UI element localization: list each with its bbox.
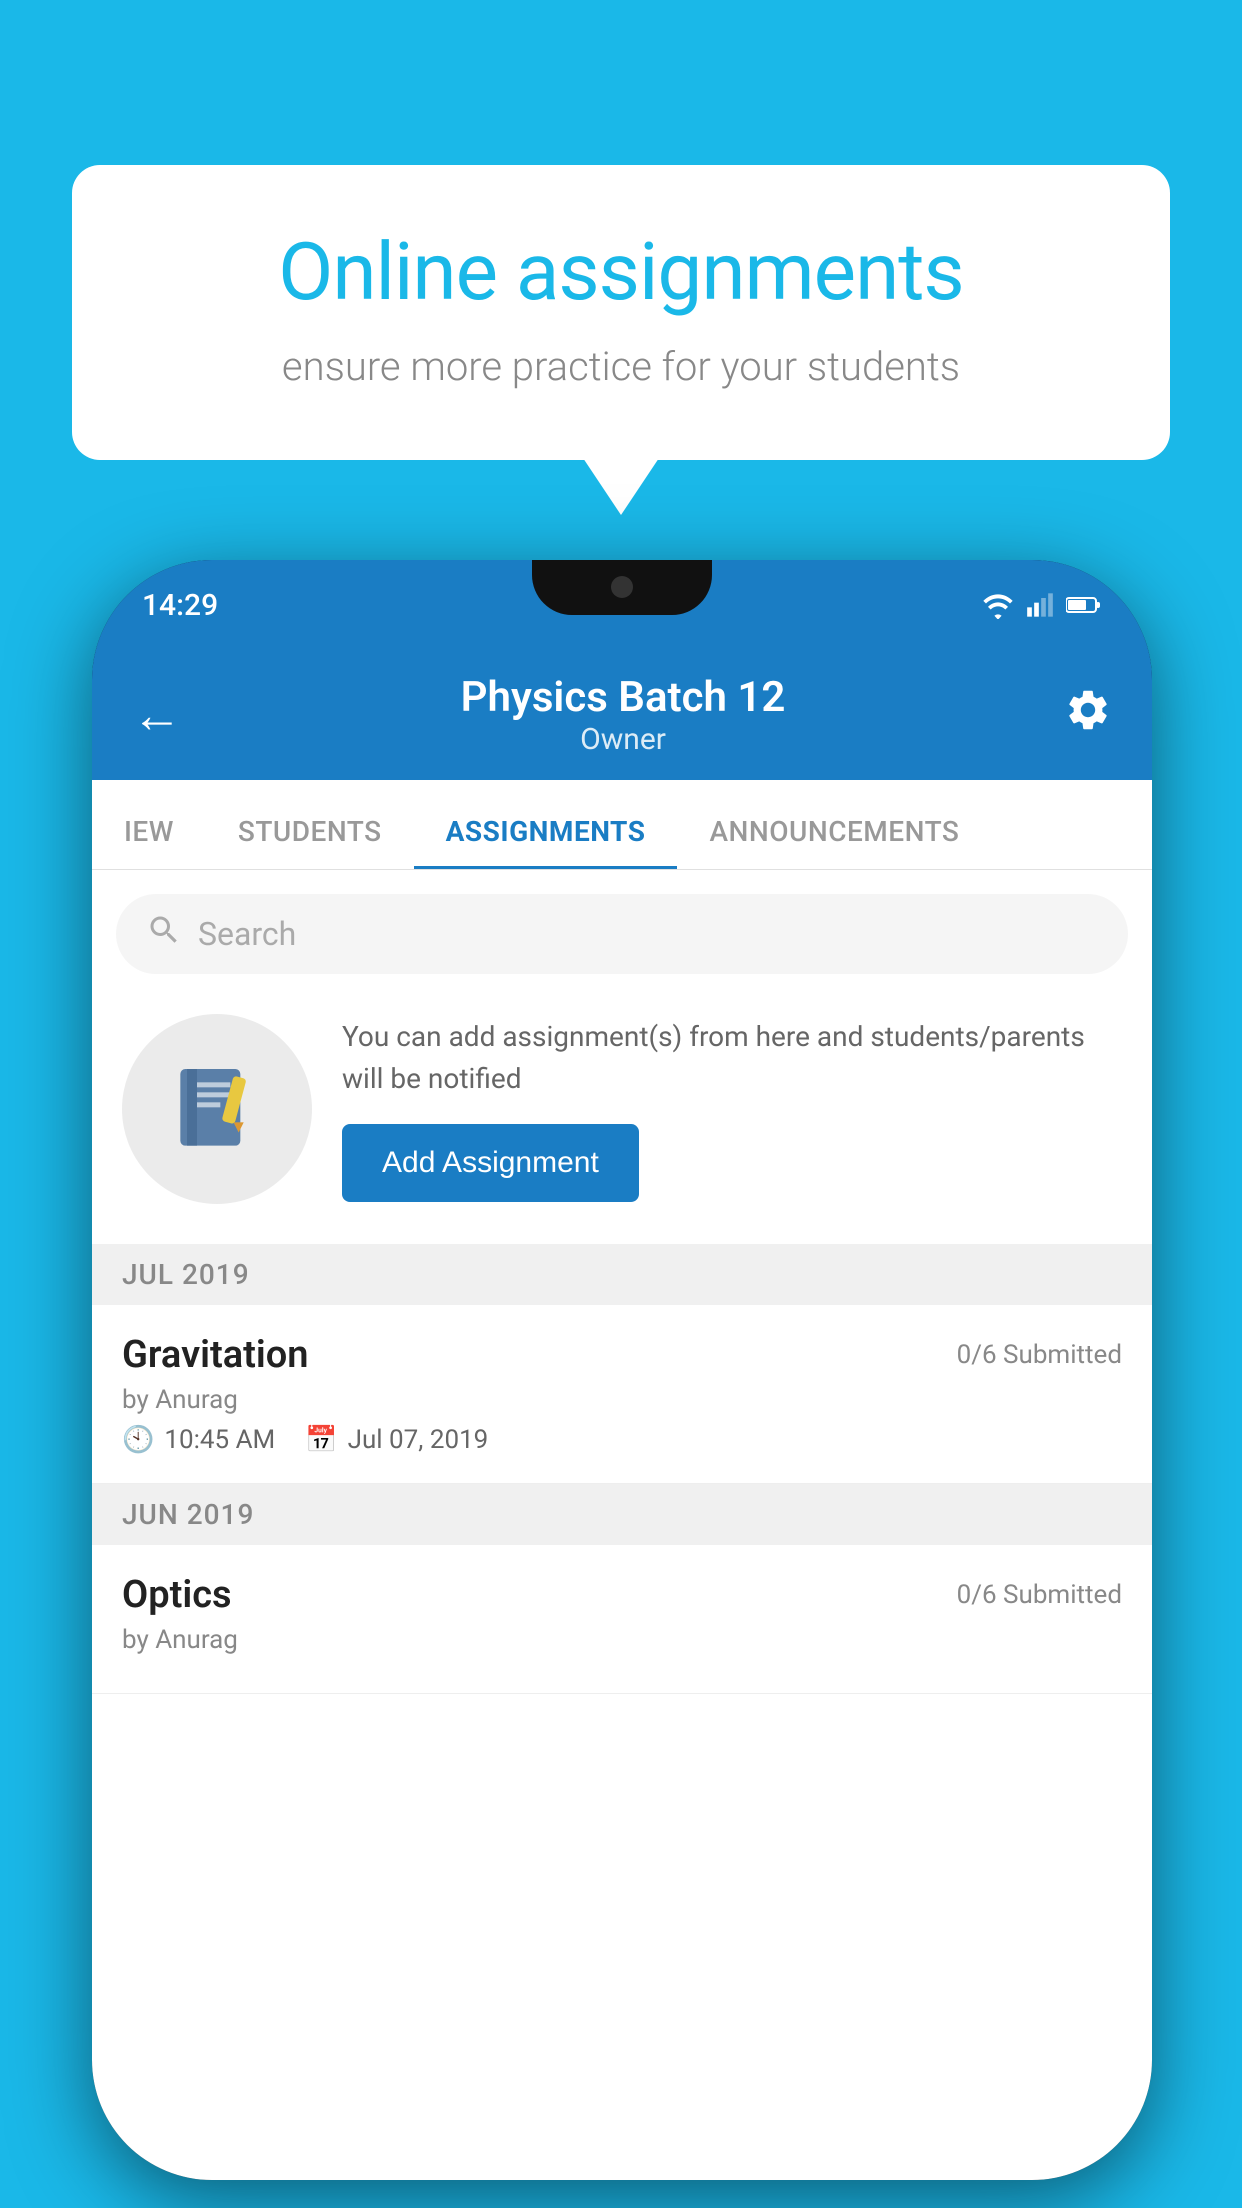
search-icon <box>146 912 182 957</box>
signal-icon <box>1026 591 1054 619</box>
optics-title: Optics <box>122 1573 232 1617</box>
phone-frame: 14:29 ← Physi <box>92 560 1152 2180</box>
speech-bubble-heading: Online assignments <box>142 225 1100 319</box>
settings-button[interactable] <box>1064 686 1112 745</box>
tabs-bar: IEW STUDENTS ASSIGNMENTS ANNOUNCEMENTS <box>92 780 1152 870</box>
clock-icon: 🕙 <box>122 1425 154 1455</box>
gravitation-submitted: 0/6 Submitted <box>957 1340 1122 1370</box>
promo-icon-circle <box>122 1014 312 1204</box>
battery-icon <box>1066 591 1102 619</box>
month-jul-2019: JUL 2019 <box>92 1244 1152 1305</box>
camera-dot <box>611 576 633 598</box>
promo-card: You can add assignment(s) from here and … <box>92 974 1152 1244</box>
batch-title: Physics Batch 12 <box>182 673 1064 722</box>
batch-subtitle: Owner <box>182 722 1064 757</box>
search-svg <box>146 912 182 948</box>
promo-description: You can add assignment(s) from here and … <box>342 1016 1122 1100</box>
status-bar: 14:29 <box>92 560 1152 650</box>
gear-icon <box>1064 686 1112 734</box>
speech-bubble-subtext: ensure more practice for your students <box>142 343 1100 390</box>
notebook-icon <box>167 1059 267 1159</box>
speech-bubble: Online assignments ensure more practice … <box>72 165 1170 460</box>
gravitation-meta: 🕙 10:45 AM 📅 Jul 07, 2019 <box>122 1425 1122 1455</box>
app-header: ← Physics Batch 12 Owner <box>92 650 1152 780</box>
tab-iew[interactable]: IEW <box>92 779 206 869</box>
search-bar[interactable]: Search <box>116 894 1128 974</box>
gravitation-by: by Anurag <box>122 1385 1122 1415</box>
month-jun-2019: JUN 2019 <box>92 1484 1152 1545</box>
notch <box>532 560 712 615</box>
status-icons <box>982 591 1102 619</box>
assignment-optics-header: Optics 0/6 Submitted <box>122 1573 1122 1617</box>
tab-students[interactable]: STUDENTS <box>206 779 414 869</box>
calendar-icon: 📅 <box>305 1425 337 1455</box>
back-button[interactable]: ← <box>132 686 182 745</box>
optics-submitted: 0/6 Submitted <box>957 1580 1122 1610</box>
gravitation-time: 🕙 10:45 AM <box>122 1425 275 1455</box>
gravitation-date: 📅 Jul 07, 2019 <box>305 1425 488 1455</box>
tab-assignments[interactable]: ASSIGNMENTS <box>414 779 678 869</box>
promo-text-area: You can add assignment(s) from here and … <box>342 1016 1122 1202</box>
tab-announcements[interactable]: ANNOUNCEMENTS <box>677 779 991 869</box>
header-title-area: Physics Batch 12 Owner <box>182 673 1064 757</box>
search-placeholder-text: Search <box>198 915 296 953</box>
add-assignment-button[interactable]: Add Assignment <box>342 1124 639 1202</box>
gravitation-title: Gravitation <box>122 1333 309 1377</box>
assignment-optics[interactable]: Optics 0/6 Submitted by Anurag <box>92 1545 1152 1694</box>
speech-bubble-container: Online assignments ensure more practice … <box>72 165 1170 460</box>
phone-content: Search You can add assignment <box>92 870 1152 2180</box>
status-time: 14:29 <box>142 588 218 623</box>
assignment-gravitation-header: Gravitation 0/6 Submitted <box>122 1333 1122 1377</box>
optics-by: by Anurag <box>122 1625 1122 1655</box>
assignment-gravitation[interactable]: Gravitation 0/6 Submitted by Anurag 🕙 10… <box>92 1305 1152 1484</box>
wifi-icon <box>982 591 1014 619</box>
